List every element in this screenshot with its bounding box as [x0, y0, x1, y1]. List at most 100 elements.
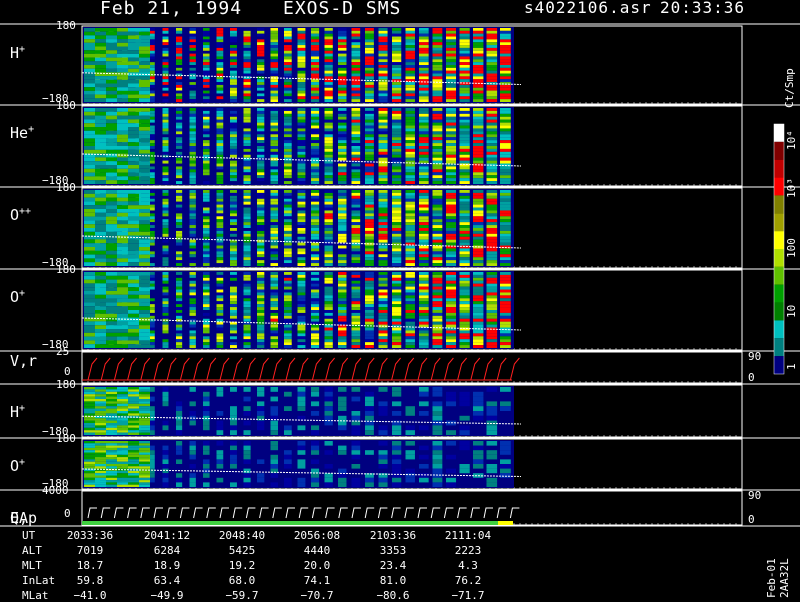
spectrogram-cell [244, 345, 251, 348]
spectrogram-cell [106, 201, 117, 205]
spectrogram-cell [487, 155, 498, 158]
spectrogram-cell [473, 120, 483, 123]
spectrogram-cell [379, 193, 388, 196]
spectrogram-cell [203, 117, 210, 120]
spectrogram-cell [257, 257, 264, 260]
spectrogram-cell [271, 425, 279, 430]
spectrogram-cell [176, 254, 182, 257]
spectrogram-cell [128, 443, 139, 445]
spectrogram-cell [446, 330, 456, 333]
spectrogram-cell [460, 140, 470, 143]
spectrogram-cell [392, 287, 401, 290]
spectrogram-cell [311, 316, 319, 319]
spectrogram-cell [106, 65, 117, 69]
spectrogram-cell [139, 389, 150, 391]
spectrogram-cell [352, 345, 361, 348]
spectrogram-cell [106, 428, 117, 430]
spectrogram-cell [392, 56, 401, 59]
spectrogram-cell [500, 37, 511, 40]
spectrogram-cell [406, 310, 415, 313]
spectrogram-cell [139, 39, 150, 43]
spectrogram-cell [284, 143, 292, 146]
spectrogram-cell [419, 199, 429, 202]
spectrogram-cell [203, 161, 210, 164]
spectrogram-cell [95, 123, 106, 127]
spectrogram-cell [487, 310, 498, 313]
spectrogram-cell [433, 28, 443, 31]
spectrogram-cell [257, 134, 264, 137]
spectrogram-cell [230, 464, 237, 469]
spectrogram-cell [325, 310, 333, 313]
spectrogram-cell [95, 310, 106, 314]
spectrogram-cell [406, 295, 415, 298]
spectrogram-cell [311, 85, 319, 88]
spectrogram-cell [190, 219, 196, 222]
spectrogram-cell [106, 397, 117, 399]
spectrogram-cell [446, 99, 456, 102]
spectrogram-cell [298, 459, 306, 464]
spectrogram-cell [217, 298, 224, 301]
spectrogram-cell [392, 216, 401, 219]
spectrogram-cell [365, 284, 374, 287]
spectrogram-cell [473, 111, 483, 114]
spectrogram-cell [311, 45, 319, 48]
spectrogram-cell [365, 99, 374, 102]
spectrogram-cell [230, 172, 237, 175]
spectrogram-cell [298, 39, 306, 42]
spectrogram-cell [230, 446, 237, 451]
spectrogram-cell [84, 428, 95, 430]
spectrogram-cell [500, 237, 511, 240]
spectrogram-cell [284, 278, 292, 281]
spectrogram-cell [106, 418, 117, 420]
spectrogram-cell [84, 176, 95, 180]
spectrogram-cell [298, 237, 306, 240]
spectrogram-cell [460, 71, 470, 74]
spectrogram-cell [298, 111, 306, 114]
spectrogram-cell [352, 231, 361, 234]
spectrogram-cell [95, 262, 106, 266]
spectrogram-cell [338, 54, 346, 57]
spectrogram-cell [392, 307, 401, 310]
spectrogram-cell [271, 99, 279, 102]
spectrogram-cell [311, 228, 319, 231]
spectrogram-cell [284, 190, 292, 193]
spectrogram-cell [379, 202, 388, 205]
spectrogram-cell [95, 80, 106, 84]
spectrogram-cell [117, 176, 128, 180]
spectrogram-cell [203, 411, 210, 416]
spectrogram-cell [460, 123, 470, 126]
spectrogram-cell [392, 228, 401, 231]
spectrogram-cell [244, 295, 251, 298]
spectrogram-cell [106, 228, 117, 232]
spectrogram-cell [365, 339, 374, 342]
spectrogram-cell [257, 246, 264, 249]
spectrogram-cell [473, 65, 483, 68]
spectrogram-cell [106, 232, 117, 236]
spectrogram-cell [365, 149, 374, 152]
spectrogram-cell [244, 96, 251, 99]
spectrogram-cell [365, 169, 374, 172]
spectrogram-cell [106, 84, 117, 88]
velocity-trace [444, 358, 453, 380]
spectrogram-cell [311, 172, 319, 175]
spectrogram-cell [325, 28, 333, 31]
spectrogram-cell [128, 450, 139, 452]
spectrogram-cell [203, 28, 210, 31]
spectrogram-cell [95, 169, 106, 173]
spectrogram-cell [446, 231, 456, 234]
spectrogram-cell [460, 240, 470, 243]
spectrogram-cell [217, 231, 224, 234]
spectrogram-cell [217, 42, 224, 45]
spectrogram-cell [203, 91, 210, 94]
spectrogram-cell [163, 392, 169, 397]
spectrogram-cell [419, 193, 429, 196]
spectrogram-cell [392, 281, 401, 284]
spectrogram-cell [325, 123, 333, 126]
spectrogram-cell [271, 178, 279, 181]
spectrogram-cell [203, 284, 210, 287]
spectrogram-cell [338, 336, 346, 339]
spectrogram-cell [176, 425, 182, 430]
spectrogram-cell [203, 243, 210, 246]
spectrogram-cell [230, 325, 237, 328]
spectrogram-cell [379, 336, 388, 339]
